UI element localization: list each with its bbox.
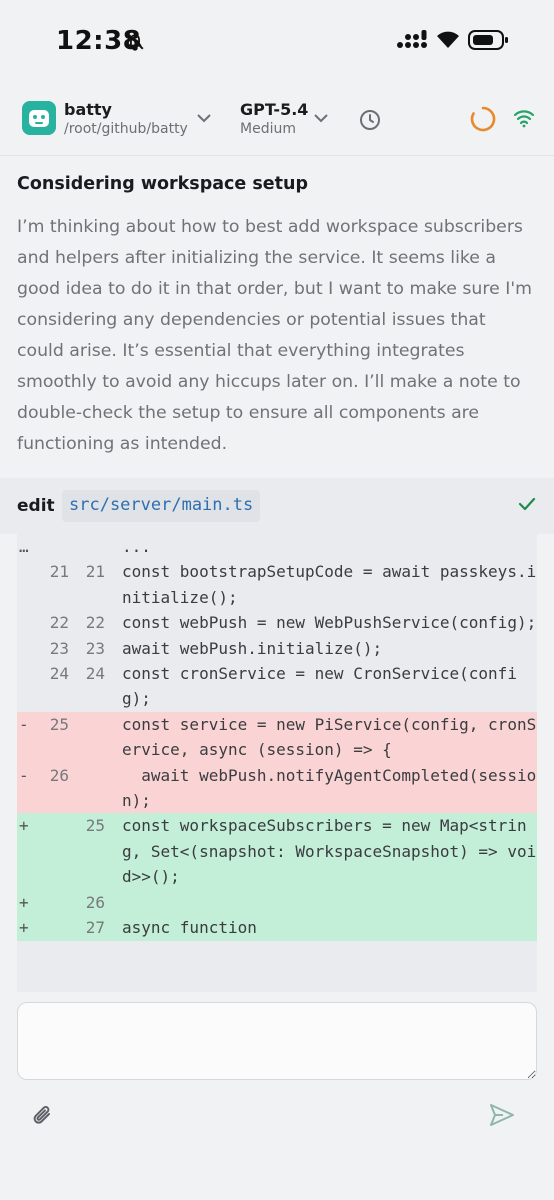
old-line-number: 26 bbox=[49, 765, 69, 785]
code-text: const service = new PiService(config, cr… bbox=[122, 714, 537, 760]
bell-off-icon bbox=[126, 32, 144, 51]
diff-line-removed: -26 await webPush.notifyAgentCompleted(s… bbox=[17, 762, 537, 814]
diff-view[interactable]: …... 21 21 const bootstrapSetupCode = await… bbox=[17, 534, 537, 992]
battery-icon bbox=[468, 30, 508, 50]
old-line-number: 24 bbox=[49, 664, 69, 684]
diff-marker: - bbox=[19, 765, 29, 785]
diff-line-added: +25 const workspaceSubscribers = new Map<… bbox=[17, 813, 537, 890]
diff-line-context: 24 24 const cronService = new CronService(… bbox=[17, 661, 537, 712]
code-text: await webPush.notifyAgentCompleted(sessi… bbox=[122, 765, 537, 811]
send-icon[interactable] bbox=[488, 1102, 516, 1128]
session-header: batty /root/github/batty GPT-5.4 Medium bbox=[0, 86, 554, 156]
thinking-title: Considering workspace setup bbox=[17, 174, 309, 194]
new-line-number: 27 bbox=[85, 918, 105, 938]
model-effort[interactable]: Medium bbox=[240, 121, 296, 137]
bot-icon bbox=[22, 101, 56, 135]
thinking-line: double-check the setup to ensure all com… bbox=[17, 403, 480, 423]
diff-line-context: 23 23 await webPush.initialize(); bbox=[17, 636, 537, 661]
paperclip-icon[interactable] bbox=[30, 1102, 56, 1130]
wifi-status-icon bbox=[437, 31, 459, 48]
chevron-down-icon[interactable] bbox=[313, 112, 329, 124]
code-text: const bootstrapSetupCode = await passkey… bbox=[122, 562, 537, 607]
spinner-icon bbox=[470, 106, 496, 132]
wifi-icon[interactable] bbox=[513, 108, 535, 128]
old-line-number: 21 bbox=[49, 562, 69, 582]
diff-line-context: …... bbox=[17, 534, 537, 559]
diff-marker: + bbox=[19, 892, 29, 912]
code-text: await webPush.initialize(); bbox=[122, 638, 383, 658]
model-name[interactable]: GPT-5.4 bbox=[240, 100, 308, 119]
thinking-line: I’m thinking about how to best add works… bbox=[17, 217, 523, 237]
edit-file-path[interactable]: src/server/main.ts bbox=[62, 490, 261, 522]
thinking-line: and helpers after initializing the servi… bbox=[17, 248, 496, 268]
new-line-number: 23 bbox=[85, 638, 105, 658]
diff-line-context: 22 22 const webPush = new WebPushService(c… bbox=[17, 610, 537, 635]
new-line-number: 24 bbox=[85, 664, 105, 684]
thinking-line: good idea to do it in that order, but I … bbox=[17, 279, 532, 299]
old-line-number: 25 bbox=[49, 714, 69, 734]
project-name[interactable]: batty bbox=[64, 100, 112, 119]
project-path[interactable]: /root/github/batty bbox=[64, 121, 188, 137]
code-text: const cronService = new CronService(conf… bbox=[122, 664, 517, 709]
diff-line-added: +27 async function bbox=[17, 915, 537, 941]
new-line-number: 26 bbox=[85, 892, 105, 912]
new-line-number: 21 bbox=[85, 562, 105, 582]
thinking-line: functioning as intended. bbox=[17, 434, 228, 454]
diff-marker: … bbox=[19, 537, 29, 556]
check-icon bbox=[518, 497, 536, 511]
code-text: const workspaceSubscribers = new Map<str… bbox=[122, 816, 537, 887]
history-icon[interactable] bbox=[358, 108, 382, 132]
message-input[interactable] bbox=[17, 1002, 537, 1080]
edit-label: edit bbox=[17, 496, 55, 516]
thinking-body: I’m thinking about how to best add works… bbox=[17, 212, 537, 460]
code-text: const webPush = new WebPushService(confi… bbox=[122, 613, 537, 633]
thinking-line: considering any dependencies or potentia… bbox=[17, 310, 486, 330]
old-line-number: 23 bbox=[49, 638, 69, 658]
diff-marker: + bbox=[19, 918, 29, 938]
diff-marker: + bbox=[19, 816, 29, 836]
diff-line-added: +26 bbox=[17, 889, 537, 916]
diff-line-context: 21 21 const bootstrapSetupCode = await pas… bbox=[17, 559, 537, 610]
edit-tool-header[interactable]: edit src/server/main.ts bbox=[0, 478, 554, 534]
chevron-down-icon[interactable] bbox=[196, 112, 212, 124]
code-text: async function bbox=[122, 918, 257, 938]
diff-line-removed: -25 const service = new PiService(config,… bbox=[17, 711, 537, 763]
thinking-line: smoothly to avoid any hiccups later on. … bbox=[17, 372, 521, 392]
new-line-number: 22 bbox=[85, 613, 105, 633]
code-text: ... bbox=[122, 537, 151, 556]
diff-marker: - bbox=[19, 714, 29, 734]
signal-icon bbox=[397, 30, 427, 48]
thinking-line: could arise. It’s essential that everyth… bbox=[17, 341, 465, 361]
new-line-number: 25 bbox=[85, 816, 105, 836]
old-line-number: 22 bbox=[49, 613, 69, 633]
status-bar: 12:38 bbox=[0, 0, 554, 86]
